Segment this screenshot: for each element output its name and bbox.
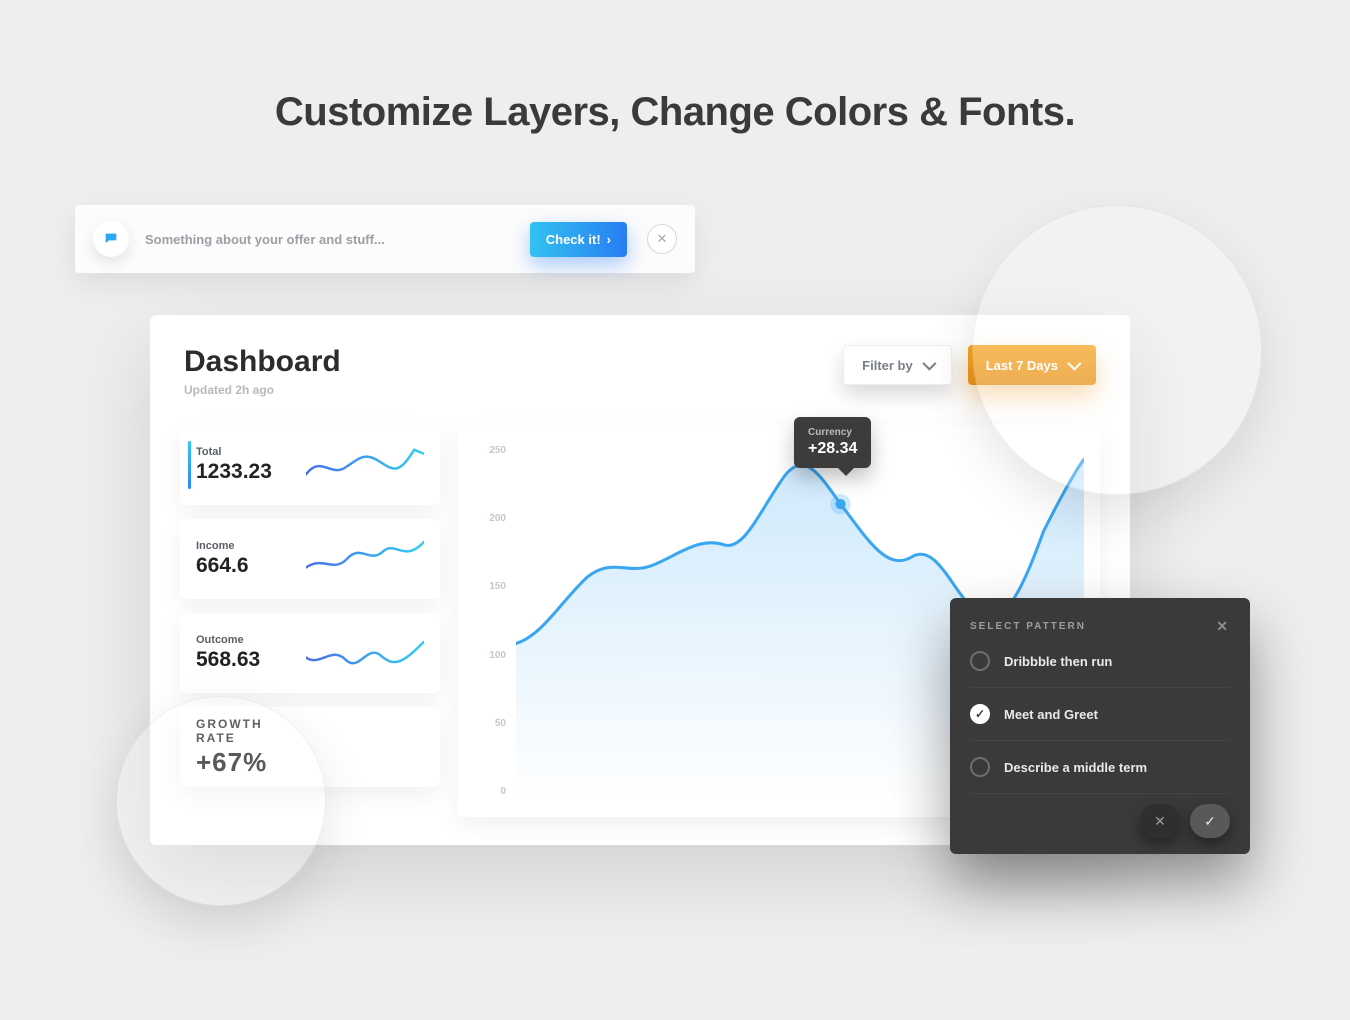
stat-label: Total — [196, 446, 306, 458]
stat-card-growth[interactable]: GROWTH RATE +67% — [180, 707, 440, 787]
option-label: Dribbble then run — [1004, 654, 1112, 669]
chevron-down-icon — [1067, 357, 1081, 371]
notification-message: Something about your offer and stuff... — [145, 232, 530, 247]
stat-value: +67% — [196, 747, 306, 778]
stat-value: 568.63 — [196, 648, 306, 672]
filter-label: Filter by — [862, 358, 913, 373]
chevron-down-icon — [922, 357, 936, 371]
stat-cards: Total 1233.23 Income 664.6 Outcome 568.6… — [180, 425, 440, 787]
radio-icon — [970, 651, 990, 671]
cta-label: Check it! — [546, 232, 601, 247]
pattern-option[interactable]: Describe a middle term — [970, 741, 1230, 794]
sparkline — [306, 628, 424, 677]
option-label: Meet and Greet — [1004, 707, 1098, 722]
stat-card-income[interactable]: Income 664.6 — [180, 519, 440, 599]
confirm-button[interactable]: ✓ — [1190, 804, 1230, 838]
stat-value: 1233.23 — [196, 460, 306, 484]
close-icon[interactable]: ✕ — [1216, 618, 1230, 635]
chevron-right-icon: › — [607, 232, 611, 247]
y-axis-labels: 250 200 150 100 50 0 — [476, 445, 506, 797]
option-label: Describe a middle term — [1004, 760, 1147, 775]
radio-icon — [970, 757, 990, 777]
tooltip-value: +28.34 — [808, 440, 857, 458]
notification-bar: Something about your offer and stuff... … — [75, 205, 695, 273]
chat-icon — [93, 221, 129, 257]
stat-card-total[interactable]: Total 1233.23 — [180, 425, 440, 505]
stat-label: Outcome — [196, 634, 306, 646]
stat-card-outcome[interactable]: Outcome 568.63 — [180, 613, 440, 693]
close-icon[interactable]: ✕ — [647, 224, 677, 254]
pattern-option[interactable]: Dribbble then run — [970, 635, 1230, 688]
updated-timestamp: Updated 2h ago — [184, 383, 341, 397]
sparkline — [306, 534, 424, 583]
stat-label: Income — [196, 540, 306, 552]
date-range-button[interactable]: Last 7 Days — [968, 345, 1096, 385]
cancel-button[interactable]: ✕ — [1140, 804, 1180, 838]
popover-title: SELECT PATTERN — [970, 621, 1086, 632]
stat-label: GROWTH RATE — [196, 717, 306, 745]
check-it-button[interactable]: Check it! › — [530, 222, 627, 257]
page-title: Dashboard — [184, 345, 341, 379]
pattern-option[interactable]: ✓ Meet and Greet — [970, 688, 1230, 741]
tooltip-label: Currency — [808, 427, 857, 438]
stat-value: 664.6 — [196, 554, 306, 578]
radio-checked-icon: ✓ — [970, 704, 990, 724]
chart-tooltip: Currency +28.34 — [794, 417, 871, 468]
range-label: Last 7 Days — [986, 358, 1058, 373]
sparkline — [306, 440, 424, 489]
hero-heading: Customize Layers, Change Colors & Fonts. — [0, 90, 1350, 135]
select-pattern-popover: SELECT PATTERN ✕ Dribbble then run ✓ Mee… — [950, 598, 1250, 854]
filter-by-button[interactable]: Filter by — [843, 345, 952, 385]
